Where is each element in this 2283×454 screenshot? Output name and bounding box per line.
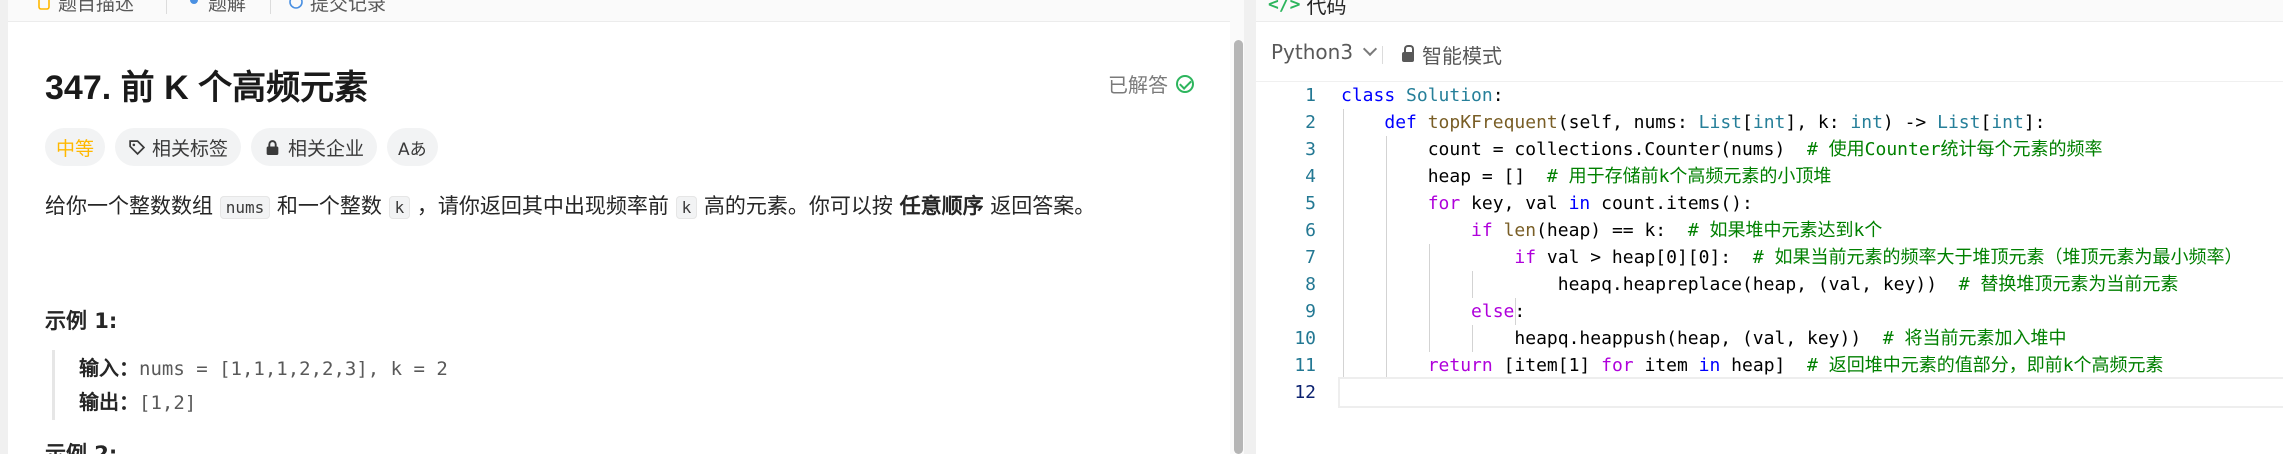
lock-icon — [1402, 45, 1414, 62]
desc-text: 和一个整数 — [270, 194, 389, 218]
code-line: 3 count = collections.Counter(nums) # 使用… — [1256, 136, 2283, 163]
problem-panel: 题目描述 题解 提交记录 347. 前 K 个高频元素 已解答 中等 相关标签 — [8, 0, 1244, 454]
solved-status: 已解答 — [1108, 69, 1194, 98]
code-line: 9 else: — [1256, 298, 2283, 325]
translate-button[interactable]: Aあ — [387, 128, 438, 166]
related-tags-button[interactable]: 相关标签 — [115, 128, 242, 166]
code-panel: </> 代码 Python3 智能模式 1 class Solution: 2 … — [1256, 0, 2283, 454]
code-icon: </> — [1268, 0, 1301, 15]
code-text: heap = [] # 用于存储前k个高频元素的小顶堆 — [1341, 166, 1832, 187]
example-1-title: 示例 1: — [45, 309, 118, 333]
solved-label: 已解答 — [1108, 73, 1168, 97]
tab-divider — [166, 0, 167, 14]
language-label: Python3 — [1271, 40, 1354, 64]
code-line: 1 class Solution: — [1256, 82, 2283, 109]
line-number: 7 — [1305, 247, 1316, 268]
code-line: 10 heapq.heappush(heap, (val, key)) # 将当… — [1256, 325, 2283, 352]
code-line: 12 — [1256, 379, 2283, 406]
output-value: [1,2] — [139, 392, 197, 414]
related-companies-button[interactable]: 相关企业 — [251, 128, 378, 166]
code-line: 2 def topKFrequent(self, nums: List[int]… — [1256, 109, 2283, 136]
problem-title: 347. 前 K 个高频元素 — [45, 69, 369, 107]
tab-submissions[interactable]: 提交记录 — [288, 0, 387, 15]
code-line: 11 return [item[1] for item in heap] # 返… — [1256, 352, 2283, 379]
code-text: count = collections.Counter(nums) # 使用Co… — [1341, 139, 2103, 160]
example-input: 输入：nums = [1,1,1,2,2,3], k = 2 — [79, 352, 448, 381]
input-value: nums = [1,1,1,2,2,3], k = 2 — [139, 358, 448, 380]
tab-submissions-label: 提交记录 — [310, 0, 387, 15]
tab-description-label: 题目描述 — [58, 0, 135, 15]
related-tags-label: 相关标签 — [152, 137, 229, 160]
code-text: heapq.heappush(heap, (val, key)) # 将当前元素… — [1341, 328, 2067, 349]
history-icon — [289, 0, 303, 9]
chevron-down-icon — [1362, 41, 1378, 57]
code-line: 8 heapq.heapreplace(heap, (val, key)) # … — [1256, 271, 2283, 298]
lock-icon — [266, 139, 279, 155]
line-number: 1 — [1305, 85, 1316, 106]
translate-icon: Aあ — [398, 139, 427, 160]
line-number: 5 — [1305, 193, 1316, 214]
smart-mode-toggle[interactable]: 智能模式 — [1402, 40, 1502, 69]
line-number: 4 — [1305, 166, 1316, 187]
problem-tabs: 题目描述 题解 提交记录 — [8, 0, 1244, 22]
tab-code[interactable]: </> 代码 — [1268, 0, 1347, 19]
code-text: heapq.heapreplace(heap, (val, key)) # 替换… — [1341, 274, 2179, 295]
problem-description: 给你一个整数数组 nums 和一个整数 k ，请你返回其中出现频率前 k 高的元… — [45, 192, 1095, 222]
difficulty-badge[interactable]: 中等 — [45, 128, 106, 166]
line-number: 6 — [1305, 220, 1316, 241]
related-companies-label: 相关企业 — [288, 137, 365, 160]
tab-solutions-label: 题解 — [208, 0, 247, 15]
example-output: 输出：[1,2] — [79, 386, 196, 415]
example-1-box: 输入：nums = [1,1,1,2,2,3], k = 2 输出：[1,2] — [52, 350, 652, 420]
code-text: def topKFrequent(self, nums: List[int], … — [1384, 112, 2046, 133]
output-label: 输出： — [79, 390, 139, 414]
code-text: if len(heap) == k: # 如果堆中元素达到k个 — [1471, 220, 1883, 241]
app-root: 题目描述 题解 提交记录 347. 前 K 个高频元素 已解答 中等 相关标签 — [0, 0, 2283, 454]
line-number: 8 — [1305, 274, 1316, 295]
code-text: if val > heap[0][0]: # 如果当前元素的频率大于堆顶元素（堆… — [1514, 247, 2243, 268]
code-line: 4 heap = [] # 用于存储前k个高频元素的小顶堆 — [1256, 163, 2283, 190]
tag-icon — [129, 139, 146, 155]
line-number: 2 — [1305, 112, 1316, 133]
editor-toolbar: Python3 智能模式 — [1256, 22, 2283, 82]
doc-icon — [38, 0, 50, 10]
line-number: 11 — [1294, 355, 1316, 376]
example-2-title: 示例 2: — [45, 442, 118, 454]
desc-text: 返回答案。 — [983, 194, 1096, 218]
inline-code: k — [675, 196, 698, 219]
code-line: 6 if len(heap) == k: # 如果堆中元素达到k个 — [1256, 217, 2283, 244]
code-line: 5 for key, val in count.items(): — [1256, 190, 2283, 217]
code-text: return [item[1] for item in heap] # 返回堆中… — [1427, 355, 2164, 376]
check-circle-icon — [1176, 74, 1194, 93]
tab-divider — [270, 0, 271, 14]
code-text: class Solution: — [1341, 85, 1504, 106]
line-number: 10 — [1294, 328, 1316, 349]
code-text: for key, val in count.items(): — [1427, 193, 1753, 214]
desc-text: ，请你返回其中出现频率前 — [410, 194, 676, 218]
inline-code: nums — [219, 196, 271, 219]
tab-description[interactable]: 题目描述 — [36, 0, 135, 15]
line-number: 3 — [1305, 139, 1316, 160]
flask-icon — [190, 0, 198, 4]
desc-bold: 任意顺序 — [899, 194, 984, 218]
desc-text: 高的元素。你可以按 — [697, 194, 900, 218]
tab-code-label: 代码 — [1306, 0, 1347, 18]
tab-solutions[interactable]: 题解 — [186, 0, 247, 15]
line-number: 12 — [1294, 382, 1316, 403]
code-text: else: — [1471, 301, 1526, 322]
language-select[interactable]: Python3 — [1271, 40, 1378, 64]
code-editor[interactable]: 1 class Solution: 2 def topKFrequent(self… — [1256, 82, 2283, 454]
scrollbar-thumb[interactable] — [1234, 40, 1243, 454]
code-line: 7 if val > heap[0][0]: # 如果当前元素的频率大于堆顶元素… — [1256, 244, 2283, 271]
smart-mode-label: 智能模式 — [1422, 44, 1502, 68]
problem-tags: 中等 相关标签 相关企业 Aあ — [45, 128, 438, 166]
desc-text: 给你一个整数数组 — [45, 194, 220, 218]
inline-code: k — [388, 196, 411, 219]
input-label: 输入： — [79, 356, 139, 380]
line-number: 9 — [1305, 301, 1316, 322]
code-panel-header: </> 代码 — [1256, 0, 2283, 22]
toolbar-divider — [1382, 46, 1383, 64]
